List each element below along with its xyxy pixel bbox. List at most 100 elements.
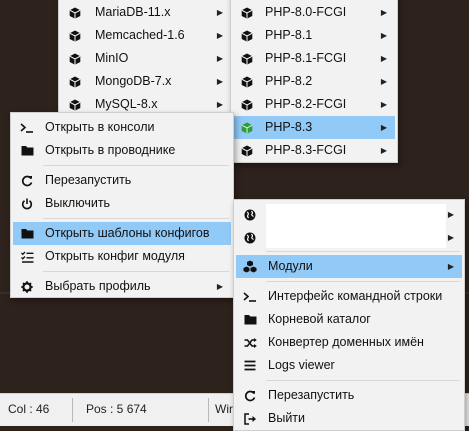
menu-item-label: Перезапустить	[268, 388, 355, 402]
menu-item-php-8-2-fcgi[interactable]: PHP-8.2-FCGI ▶	[233, 93, 395, 116]
menu-item-open-config-templates[interactable]: Открыть шаблоны конфигов	[13, 222, 231, 245]
cube-icon	[239, 70, 255, 93]
status-separator	[72, 398, 73, 422]
cube-icon	[67, 70, 83, 93]
submenu-arrow-icon: ▶	[216, 77, 223, 86]
menu-item-label: Конвертер доменных имён	[268, 335, 424, 349]
menu-item-label: PHP-8.0-FCGI	[265, 5, 347, 19]
menu-item-label: Открыть шаблоны конфигов	[45, 226, 210, 240]
menu-item-tray-restart[interactable]: Перезапустить	[236, 384, 462, 407]
site-name-field	[266, 204, 446, 226]
cube-icon	[239, 1, 255, 24]
cube-icon	[239, 139, 255, 162]
status-pos: Pos : 5 674	[86, 402, 147, 416]
list-icon	[242, 354, 258, 377]
folder-icon	[19, 222, 35, 245]
menu-item-php-8-3[interactable]: PHP-8.3 ▶	[233, 116, 395, 139]
menu-item-label: Открыть конфиг модуля	[45, 249, 185, 263]
submenu-arrow-icon: ▶	[380, 77, 387, 86]
menu-item-label: Интерфейс командной строки	[268, 289, 443, 303]
menu-item-label: PHP-8.3	[265, 120, 313, 134]
menu-divider	[266, 380, 460, 381]
menu-item-site-2[interactable]: ▶	[236, 226, 462, 249]
menu-item-php-8-0-fcgi[interactable]: PHP-8.0-FCGI ▶	[233, 1, 395, 24]
menu-item-exit[interactable]: Выйти	[236, 407, 462, 430]
modules-submenu: MariaDB-11.x ▶ Memcached-1.6 ▶ MinIO ▶ M…	[58, 0, 234, 116]
menu-item-mongodb[interactable]: MongoDB-7.x ▶	[61, 70, 231, 93]
menu-item-label: Перезапустить	[45, 173, 132, 187]
submenu-arrow-icon: ▶	[380, 8, 387, 17]
menu-item-php-8-2[interactable]: PHP-8.2 ▶	[233, 70, 395, 93]
menu-item-label: MinIO	[95, 51, 129, 65]
menu-item-restart[interactable]: Перезапустить	[13, 169, 231, 192]
menu-item-site-1[interactable]: ▶	[236, 203, 462, 226]
power-icon	[19, 192, 35, 215]
status-separator	[208, 398, 209, 422]
tray-menu: ▶ ▶ Модули ▶ Интерфейс командной строки …	[233, 199, 465, 431]
checklist-icon	[19, 245, 35, 268]
submenu-arrow-icon: ▶	[380, 123, 387, 132]
cube-icon	[67, 24, 83, 47]
submenu-arrow-icon: ▶	[216, 8, 223, 17]
submenu-arrow-icon: ▶	[447, 210, 454, 219]
menu-item-mariadb[interactable]: MariaDB-11.x ▶	[61, 1, 231, 24]
submenu-arrow-icon: ▶	[216, 54, 223, 63]
menu-divider	[43, 218, 229, 219]
status-win: Wir	[215, 402, 233, 416]
menu-item-label: PHP-8.2-FCGI	[265, 97, 347, 111]
menu-item-modules[interactable]: Модули ▶	[236, 255, 462, 278]
exit-icon	[242, 407, 258, 430]
submenu-arrow-icon: ▶	[216, 282, 223, 291]
menu-item-open-explorer[interactable]: Открыть в проводнике	[13, 139, 231, 162]
menu-divider	[43, 271, 229, 272]
submenu-arrow-icon: ▶	[447, 262, 454, 271]
submenu-arrow-icon: ▶	[380, 146, 387, 155]
menu-item-memcached[interactable]: Memcached-1.6 ▶	[61, 24, 231, 47]
menu-item-label: Корневой каталог	[268, 312, 371, 326]
menu-item-php-8-1-fcgi[interactable]: PHP-8.1-FCGI ▶	[233, 47, 395, 70]
cube-icon	[67, 1, 83, 24]
php-submenu: PHP-8.0-FCGI ▶ PHP-8.1 ▶ PHP-8.1-FCGI ▶ …	[230, 0, 398, 163]
menu-item-open-console[interactable]: Открыть в консоли	[13, 116, 231, 139]
folder-icon	[19, 139, 35, 162]
submenu-arrow-icon: ▶	[380, 54, 387, 63]
menu-item-cli[interactable]: Интерфейс командной строки	[236, 285, 462, 308]
submenu-arrow-icon: ▶	[447, 233, 454, 242]
cube-icon	[239, 24, 255, 47]
cube-icon	[239, 47, 255, 70]
menu-item-label: PHP-8.1-FCGI	[265, 51, 347, 65]
globe-icon	[242, 203, 258, 226]
menu-item-label: PHP-8.3-FCGI	[265, 143, 347, 157]
menu-item-label: MariaDB-11.x	[95, 5, 171, 19]
menu-divider	[43, 165, 229, 166]
submenu-arrow-icon: ▶	[380, 31, 387, 40]
menu-item-minio[interactable]: MinIO ▶	[61, 47, 231, 70]
menu-item-label: Выбрать профиль	[45, 279, 151, 293]
menu-item-logs-viewer[interactable]: Logs viewer	[236, 354, 462, 377]
site-name-field	[266, 226, 446, 248]
cube-icon	[67, 47, 83, 70]
menu-item-label: Logs viewer	[268, 358, 335, 372]
menu-item-root-folder[interactable]: Корневой каталог	[236, 308, 462, 331]
menu-item-label: Модули	[268, 259, 313, 273]
menu-item-open-module-config[interactable]: Открыть конфиг модуля	[13, 245, 231, 268]
menu-divider	[266, 251, 460, 252]
menu-item-label: Открыть в консоли	[45, 120, 155, 134]
cubes-icon	[242, 255, 258, 278]
menu-item-domain-converter[interactable]: Конвертер доменных имён	[236, 331, 462, 354]
submenu-arrow-icon: ▶	[380, 100, 387, 109]
module-context-menu: Открыть в консоли Открыть в проводнике П…	[10, 112, 234, 298]
menu-item-label: MongoDB-7.x	[95, 74, 172, 88]
menu-item-php-8-1[interactable]: PHP-8.1 ▶	[233, 24, 395, 47]
shuffle-icon	[242, 331, 258, 354]
cube-icon	[239, 93, 255, 116]
menu-divider	[266, 281, 460, 282]
menu-item-choose-profile[interactable]: Выбрать профиль ▶	[13, 275, 231, 298]
menu-item-label: Открыть в проводнике	[45, 143, 176, 157]
menu-item-label: Выйти	[268, 411, 306, 425]
menu-item-shutdown[interactable]: Выключить	[13, 192, 231, 215]
menu-item-php-8-3-fcgi[interactable]: PHP-8.3-FCGI ▶	[233, 139, 395, 162]
refresh-icon	[242, 384, 258, 407]
menu-item-label: Выключить	[45, 196, 111, 210]
menu-item-label: PHP-8.2	[265, 74, 313, 88]
